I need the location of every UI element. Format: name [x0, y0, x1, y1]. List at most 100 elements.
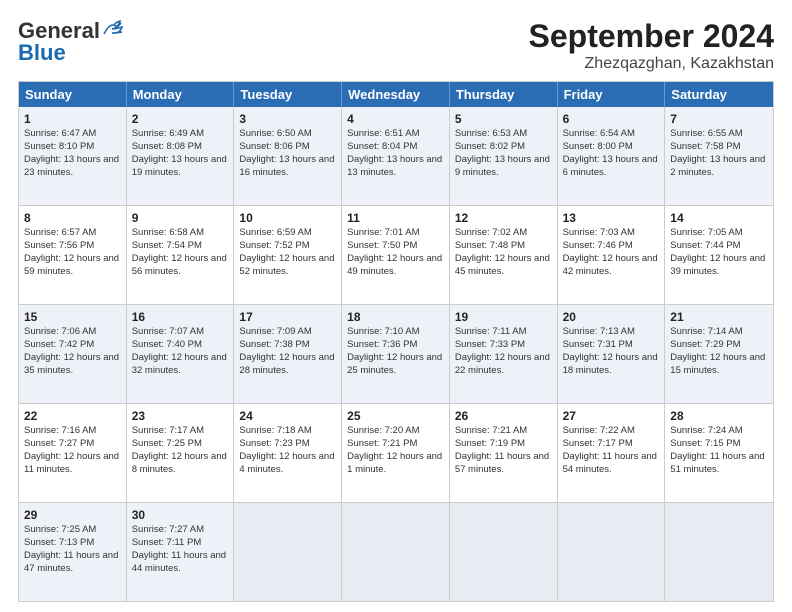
day-5-daylight: Daylight: 13 hours and 9 minutes. [455, 154, 550, 178]
day-13: 13 Sunrise: 7:03 AM Sunset: 7:46 PM Dayl… [558, 206, 666, 304]
day-2: 2 Sunrise: 6:49 AM Sunset: 8:08 PM Dayli… [127, 107, 235, 205]
header-sunday: Sunday [19, 82, 127, 107]
day-num-24: 24 [239, 408, 336, 424]
day-num-2: 2 [132, 111, 229, 127]
day-16-daylight: Daylight: 12 hours and 32 minutes. [132, 352, 227, 376]
day-num-12: 12 [455, 210, 552, 226]
day-7-sunrise: Sunrise: 6:55 AM [670, 128, 742, 139]
day-num-5: 5 [455, 111, 552, 127]
empty-cell-3 [450, 503, 558, 601]
day-18: 18 Sunrise: 7:10 AM Sunset: 7:36 PM Dayl… [342, 305, 450, 403]
day-28-sunset: Sunset: 7:15 PM [670, 438, 740, 449]
logo-bird-icon [102, 20, 124, 38]
day-21-sunrise: Sunrise: 7:14 AM [670, 326, 742, 337]
day-26-daylight: Daylight: 11 hours and 57 minutes. [455, 451, 549, 475]
day-5-sunset: Sunset: 8:02 PM [455, 141, 525, 152]
day-28-sunrise: Sunrise: 7:24 AM [670, 425, 742, 436]
week-row-3: 15 Sunrise: 7:06 AM Sunset: 7:42 PM Dayl… [19, 304, 773, 403]
day-1: 1 Sunrise: 6:47 AM Sunset: 8:10 PM Dayli… [19, 107, 127, 205]
day-7-sunset: Sunset: 7:58 PM [670, 141, 740, 152]
day-28-daylight: Daylight: 11 hours and 51 minutes. [670, 451, 764, 475]
day-num-25: 25 [347, 408, 444, 424]
day-17-sunrise: Sunrise: 7:09 AM [239, 326, 311, 337]
day-14-daylight: Daylight: 12 hours and 39 minutes. [670, 253, 765, 277]
empty-cell-5 [665, 503, 773, 601]
day-20-daylight: Daylight: 12 hours and 18 minutes. [563, 352, 658, 376]
logo: General Blue [18, 18, 124, 66]
day-9: 9 Sunrise: 6:58 AM Sunset: 7:54 PM Dayli… [127, 206, 235, 304]
day-num-11: 11 [347, 210, 444, 226]
day-num-14: 14 [670, 210, 768, 226]
day-12-sunrise: Sunrise: 7:02 AM [455, 227, 527, 238]
day-13-sunrise: Sunrise: 7:03 AM [563, 227, 635, 238]
day-21: 21 Sunrise: 7:14 AM Sunset: 7:29 PM Dayl… [665, 305, 773, 403]
day-28: 28 Sunrise: 7:24 AM Sunset: 7:15 PM Dayl… [665, 404, 773, 502]
day-7: 7 Sunrise: 6:55 AM Sunset: 7:58 PM Dayli… [665, 107, 773, 205]
day-21-daylight: Daylight: 12 hours and 15 minutes. [670, 352, 765, 376]
header-wednesday: Wednesday [342, 82, 450, 107]
day-1-daylight: Daylight: 13 hours and 23 minutes. [24, 154, 119, 178]
day-24-sunrise: Sunrise: 7:18 AM [239, 425, 311, 436]
day-18-sunrise: Sunrise: 7:10 AM [347, 326, 419, 337]
day-19-sunset: Sunset: 7:33 PM [455, 339, 525, 350]
day-6-sunrise: Sunrise: 6:54 AM [563, 128, 635, 139]
day-2-sunrise: Sunrise: 6:49 AM [132, 128, 204, 139]
day-7-daylight: Daylight: 13 hours and 2 minutes. [670, 154, 765, 178]
week-row-2: 8 Sunrise: 6:57 AM Sunset: 7:56 PM Dayli… [19, 205, 773, 304]
day-9-sunrise: Sunrise: 6:58 AM [132, 227, 204, 238]
day-22-daylight: Daylight: 12 hours and 11 minutes. [24, 451, 119, 475]
day-22-sunset: Sunset: 7:27 PM [24, 438, 94, 449]
day-num-13: 13 [563, 210, 660, 226]
day-30-sunset: Sunset: 7:11 PM [132, 537, 202, 548]
day-19: 19 Sunrise: 7:11 AM Sunset: 7:33 PM Dayl… [450, 305, 558, 403]
day-23-sunset: Sunset: 7:25 PM [132, 438, 202, 449]
calendar: Sunday Monday Tuesday Wednesday Thursday… [18, 81, 774, 602]
day-num-16: 16 [132, 309, 229, 325]
header-monday: Monday [127, 82, 235, 107]
day-num-7: 7 [670, 111, 768, 127]
day-8-sunset: Sunset: 7:56 PM [24, 240, 94, 251]
day-num-21: 21 [670, 309, 768, 325]
day-3: 3 Sunrise: 6:50 AM Sunset: 8:06 PM Dayli… [234, 107, 342, 205]
day-24-daylight: Daylight: 12 hours and 4 minutes. [239, 451, 334, 475]
day-num-10: 10 [239, 210, 336, 226]
day-num-1: 1 [24, 111, 121, 127]
day-5: 5 Sunrise: 6:53 AM Sunset: 8:02 PM Dayli… [450, 107, 558, 205]
day-26-sunrise: Sunrise: 7:21 AM [455, 425, 527, 436]
day-24-sunset: Sunset: 7:23 PM [239, 438, 309, 449]
day-8: 8 Sunrise: 6:57 AM Sunset: 7:56 PM Dayli… [19, 206, 127, 304]
day-20-sunrise: Sunrise: 7:13 AM [563, 326, 635, 337]
day-8-sunrise: Sunrise: 6:57 AM [24, 227, 96, 238]
day-1-sunset: Sunset: 8:10 PM [24, 141, 94, 152]
day-25-sunrise: Sunrise: 7:20 AM [347, 425, 419, 436]
day-15-sunset: Sunset: 7:42 PM [24, 339, 94, 350]
day-27-sunrise: Sunrise: 7:22 AM [563, 425, 635, 436]
day-3-sunrise: Sunrise: 6:50 AM [239, 128, 311, 139]
day-4-daylight: Daylight: 13 hours and 13 minutes. [347, 154, 442, 178]
day-4-sunrise: Sunrise: 6:51 AM [347, 128, 419, 139]
header-friday: Friday [558, 82, 666, 107]
day-23-daylight: Daylight: 12 hours and 8 minutes. [132, 451, 227, 475]
day-25-daylight: Daylight: 12 hours and 1 minute. [347, 451, 442, 475]
day-num-6: 6 [563, 111, 660, 127]
header-thursday: Thursday [450, 82, 558, 107]
day-25: 25 Sunrise: 7:20 AM Sunset: 7:21 PM Dayl… [342, 404, 450, 502]
week-row-5: 29 Sunrise: 7:25 AM Sunset: 7:13 PM Dayl… [19, 502, 773, 601]
day-20-sunset: Sunset: 7:31 PM [563, 339, 633, 350]
day-17-sunset: Sunset: 7:38 PM [239, 339, 309, 350]
empty-cell-2 [342, 503, 450, 601]
day-4: 4 Sunrise: 6:51 AM Sunset: 8:04 PM Dayli… [342, 107, 450, 205]
logo-blue: Blue [18, 40, 66, 66]
day-4-sunset: Sunset: 8:04 PM [347, 141, 417, 152]
day-12: 12 Sunrise: 7:02 AM Sunset: 7:48 PM Dayl… [450, 206, 558, 304]
day-10-sunrise: Sunrise: 6:59 AM [239, 227, 311, 238]
day-num-20: 20 [563, 309, 660, 325]
day-29-sunrise: Sunrise: 7:25 AM [24, 524, 96, 535]
day-14-sunrise: Sunrise: 7:05 AM [670, 227, 742, 238]
day-10: 10 Sunrise: 6:59 AM Sunset: 7:52 PM Dayl… [234, 206, 342, 304]
day-23-sunrise: Sunrise: 7:17 AM [132, 425, 204, 436]
day-16: 16 Sunrise: 7:07 AM Sunset: 7:40 PM Dayl… [127, 305, 235, 403]
day-9-daylight: Daylight: 12 hours and 56 minutes. [132, 253, 227, 277]
week-row-1: 1 Sunrise: 6:47 AM Sunset: 8:10 PM Dayli… [19, 107, 773, 205]
day-24: 24 Sunrise: 7:18 AM Sunset: 7:23 PM Dayl… [234, 404, 342, 502]
